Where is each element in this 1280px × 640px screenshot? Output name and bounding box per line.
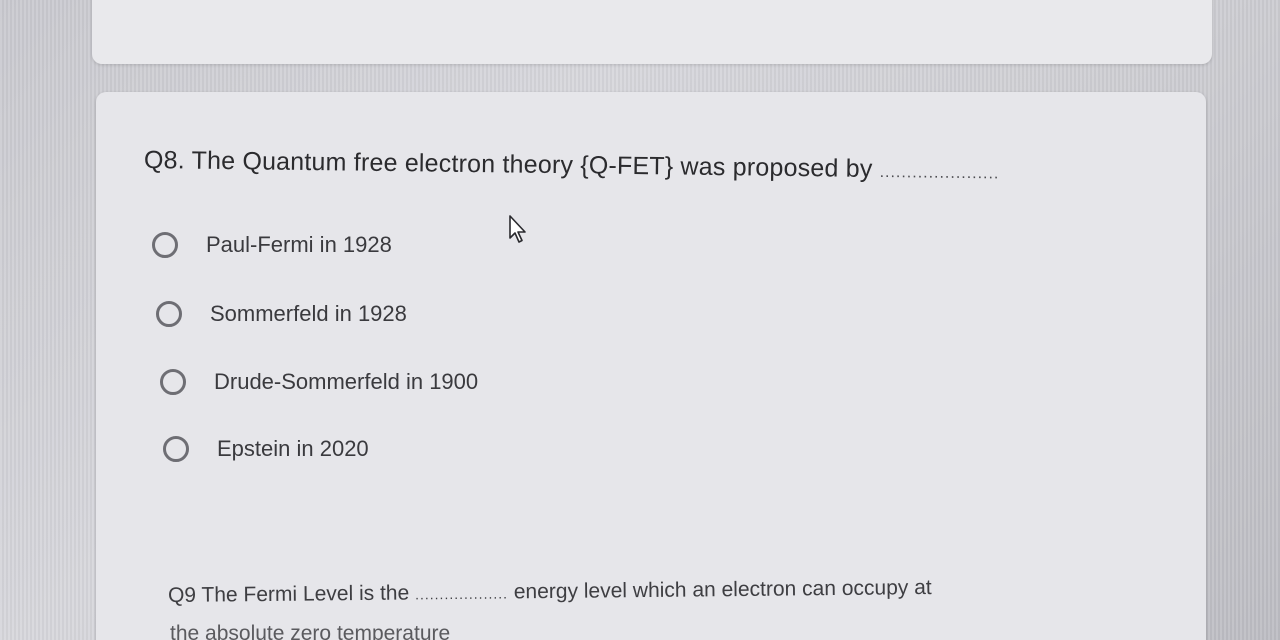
option-label: Epstein in 2020	[217, 436, 369, 461]
option-label: Paul-Fermi in 1928	[206, 232, 392, 257]
arrow-pointer-icon	[509, 215, 526, 243]
radio-button[interactable]	[156, 301, 182, 327]
radio-button[interactable]	[160, 369, 186, 395]
option-label: Sommerfeld in 1928	[210, 301, 407, 326]
previous-question-card	[92, 0, 1212, 64]
radio-button[interactable]	[163, 436, 189, 462]
question-9-line-2: the absolute zero temperature	[170, 622, 451, 640]
option-sommerfeld[interactable]: Sommerfeld in 1928	[156, 301, 407, 327]
option-epstein[interactable]: Epstein in 2020	[163, 436, 369, 462]
question-9-blank: ...................	[414, 585, 509, 603]
question-9-text-before: Q9 The Fermi Level is the	[167, 581, 410, 607]
radio-button[interactable]	[152, 232, 178, 258]
question-9-text-after: energy level which an electron can occup…	[513, 576, 932, 604]
question-8-blank: ......................	[879, 163, 1000, 183]
option-drude-sommerfeld[interactable]: Drude-Sommerfeld in 1900	[160, 369, 478, 395]
option-paul-fermi[interactable]: Paul-Fermi in 1928	[152, 232, 392, 258]
option-label: Drude-Sommerfeld in 1900	[214, 369, 479, 394]
